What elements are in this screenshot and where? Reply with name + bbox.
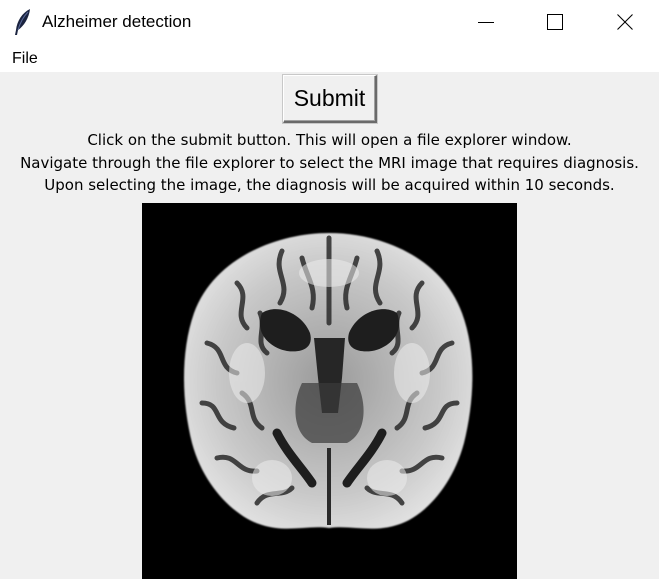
menu-item-file[interactable]: File xyxy=(6,48,44,70)
window-title: Alzheimer detection xyxy=(42,12,192,31)
menu-bar: File xyxy=(0,44,659,72)
instructions-text: Click on the submit button. This will op… xyxy=(0,129,659,197)
submit-button[interactable]: Submit xyxy=(283,75,377,123)
instruction-line: Click on the submit button. This will op… xyxy=(87,131,572,149)
app-window: Alzheimer detection File Submit Click on… xyxy=(0,0,659,579)
maximize-button[interactable] xyxy=(532,0,578,44)
instruction-line: Navigate through the file explorer to se… xyxy=(20,153,639,172)
close-button[interactable] xyxy=(602,0,648,44)
feather-icon xyxy=(15,9,30,35)
brain-mri-image xyxy=(142,203,517,579)
maximize-icon xyxy=(547,14,563,30)
title-bar: Alzheimer detection xyxy=(0,0,659,44)
close-icon xyxy=(617,14,633,30)
minimize-button[interactable] xyxy=(463,0,509,44)
minimize-icon xyxy=(478,22,494,23)
mri-image xyxy=(142,203,517,579)
instruction-line: Upon selecting the image, the diagnosis … xyxy=(44,176,615,194)
